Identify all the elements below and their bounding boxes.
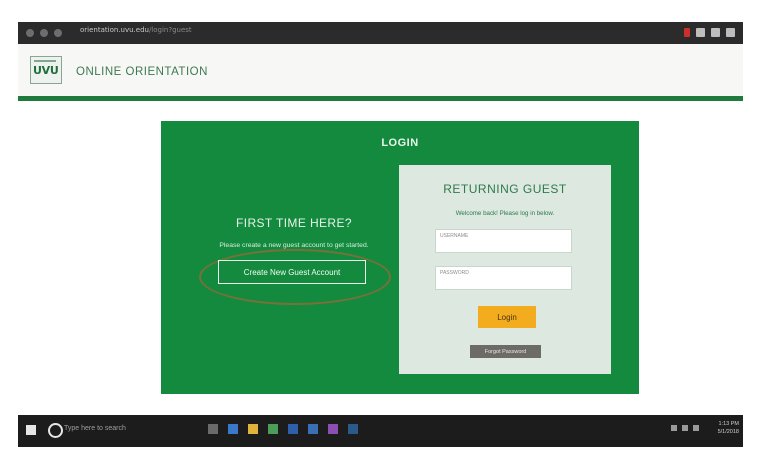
browser-bar: orientation.uvu.edu/login?guest — [18, 22, 743, 44]
main-content: LOGIN FIRST TIME HERE? Please create a n… — [18, 101, 743, 415]
password-field[interactable]: PASSWORD — [435, 266, 572, 290]
create-guest-account-button[interactable]: Create New Guest Account — [218, 260, 366, 284]
first-time-description: Please create a new guest account to get… — [219, 242, 369, 249]
chrome-icon[interactable] — [268, 424, 278, 434]
first-time-title: FIRST TIME HERE? — [236, 216, 352, 230]
url-host: orientation.uvu.edu — [80, 26, 149, 34]
forward-icon[interactable] — [40, 29, 48, 37]
windows-start-icon[interactable] — [26, 425, 36, 435]
logo-text: UVU — [33, 64, 59, 77]
taskbar-search[interactable]: Type here to search — [64, 425, 126, 432]
close-button[interactable] — [726, 28, 735, 37]
clock-time: 1:13 PM — [718, 421, 739, 427]
returning-guest-subtitle: Welcome back! Please log in below. — [455, 210, 555, 217]
back-icon[interactable] — [26, 29, 34, 37]
refresh-icon[interactable] — [54, 29, 62, 37]
login-panel: LOGIN FIRST TIME HERE? Please create a n… — [161, 121, 639, 394]
login-title: LOGIN — [381, 137, 419, 149]
clock[interactable]: 1:13 PM 5/1/2018 — [718, 420, 739, 436]
password-placeholder: PASSWORD — [440, 270, 469, 276]
edge-icon[interactable] — [228, 424, 238, 434]
url-path: /login?guest — [148, 26, 192, 34]
taskbar: Type here to search 1:13 PM 5/1/2018 — [18, 415, 743, 447]
site-header: UVU ONLINE ORIENTATION — [18, 44, 743, 96]
username-field[interactable]: USERNAME — [435, 229, 572, 253]
clock-date: 5/1/2018 — [717, 429, 739, 435]
returning-guest-box: RETURNING GUEST Welcome back! Please log… — [399, 165, 611, 374]
returning-guest-title: RETURNING GUEST — [443, 182, 567, 196]
window-controls — [684, 28, 735, 37]
app-icon[interactable] — [328, 424, 338, 434]
volume-icon[interactable] — [693, 425, 699, 431]
screen: orientation.uvu.edu/login?guest UVU ONLI… — [18, 22, 743, 447]
site-title: ONLINE ORIENTATION — [76, 66, 208, 78]
word-icon[interactable] — [288, 424, 298, 434]
username-placeholder: USERNAME — [440, 233, 469, 239]
login-button[interactable]: Login — [478, 306, 536, 328]
minimize-button[interactable] — [696, 28, 705, 37]
address-bar[interactable]: orientation.uvu.edu/login?guest — [80, 26, 192, 34]
chevron-up-icon[interactable] — [671, 425, 677, 431]
task-view-icon[interactable] — [208, 424, 218, 434]
network-icon[interactable] — [682, 425, 688, 431]
maximize-button[interactable] — [711, 28, 720, 37]
uvu-logo[interactable]: UVU — [30, 56, 62, 84]
outlook-icon[interactable] — [308, 424, 318, 434]
cortana-icon[interactable] — [48, 423, 63, 438]
taskbar-apps — [208, 424, 358, 434]
record-icon — [684, 28, 690, 37]
file-explorer-icon[interactable] — [248, 424, 258, 434]
app-icon-2[interactable] — [348, 424, 358, 434]
forgot-password-button[interactable]: Forgot Password — [470, 345, 541, 358]
system-tray — [671, 425, 699, 431]
